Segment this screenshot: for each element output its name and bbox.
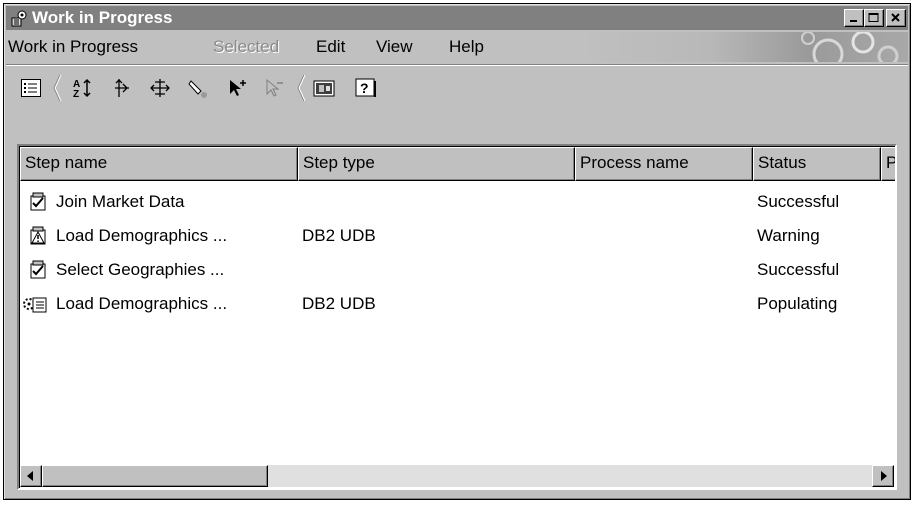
scroll-left-button[interactable] xyxy=(20,465,42,487)
step-successful-icon xyxy=(28,260,48,280)
help-icon: ? xyxy=(355,78,376,97)
step-populating-icon xyxy=(22,294,48,314)
window-title: Work in Progress xyxy=(32,8,173,27)
decorative-banner xyxy=(578,32,908,62)
expand-icon xyxy=(115,79,129,97)
column-header-p[interactable]: P xyxy=(881,147,895,181)
sort-button[interactable]: A Z xyxy=(70,75,96,101)
close-icon xyxy=(891,13,900,22)
menu-help[interactable]: Help xyxy=(449,37,484,57)
step-type-cell: DB2 UDB xyxy=(302,294,376,313)
step-name-cell: Load Demographics ... xyxy=(56,294,228,313)
find-icon xyxy=(188,80,207,98)
svg-text:Z: Z xyxy=(73,89,79,99)
table-row[interactable]: Load Demographics ... DB2 UDB Warning xyxy=(20,219,890,253)
details-view-icon xyxy=(21,79,41,97)
column-header-process-name[interactable]: Process name xyxy=(575,147,753,181)
menu-work-in-progress[interactable]: Work in Progress xyxy=(8,37,138,57)
right-arrow-icon xyxy=(881,471,887,481)
menu-bar: Work in Progress Selected Edit View Help xyxy=(6,32,908,62)
find-button[interactable] xyxy=(186,75,212,101)
close-button[interactable] xyxy=(886,9,906,27)
scroll-right-button[interactable] xyxy=(872,465,894,487)
work-in-progress-icon[interactable] xyxy=(11,9,29,27)
log-button[interactable] xyxy=(311,75,337,101)
list-header: Step name Step type Process name Status … xyxy=(20,147,895,181)
step-name-cell: Select Geographies ... xyxy=(56,260,225,279)
step-name-cell: Load Demographics ... xyxy=(56,226,228,245)
status-cell: Successful xyxy=(757,260,840,279)
select-remove-icon xyxy=(266,78,283,97)
expand-button[interactable] xyxy=(109,75,135,101)
minimize-icon xyxy=(850,20,857,22)
log-icon xyxy=(313,80,335,97)
select-remove-button[interactable] xyxy=(261,75,287,101)
minimize-button[interactable] xyxy=(844,9,864,27)
left-arrow-icon xyxy=(27,471,33,481)
gears-decoration-icon xyxy=(801,32,899,62)
menu-selected[interactable]: Selected xyxy=(213,37,279,57)
step-list[interactable]: Step name Step type Process name Status … xyxy=(17,144,897,490)
status-cell: Successful xyxy=(757,192,840,211)
menu-edit[interactable]: Edit xyxy=(316,37,345,57)
menu-view[interactable]: View xyxy=(376,37,413,57)
scroll-thumb[interactable] xyxy=(42,465,268,487)
toolbar-separator xyxy=(52,73,62,103)
status-cell: Warning xyxy=(757,226,820,245)
column-header-step-name[interactable]: Step name xyxy=(20,147,298,181)
help-button[interactable]: ? xyxy=(353,75,379,101)
details-view-button[interactable] xyxy=(18,75,44,101)
table-row[interactable]: Load Demographics ... DB2 UDB Populating xyxy=(20,287,890,321)
step-warning-icon xyxy=(28,226,48,246)
split-button[interactable] xyxy=(147,75,173,101)
toolbar-separator xyxy=(296,73,306,103)
column-header-status[interactable]: Status xyxy=(753,147,881,181)
step-type-cell: DB2 UDB xyxy=(302,226,376,245)
maximize-icon xyxy=(868,13,879,22)
sort-icon: A Z xyxy=(73,78,91,99)
column-header-step-type[interactable]: Step type xyxy=(298,147,575,181)
step-successful-icon xyxy=(28,192,48,212)
step-name-cell: Join Market Data xyxy=(56,192,185,211)
main-window: Work in Progress Work in Progress Select… xyxy=(3,3,911,500)
status-cell: Populating xyxy=(757,294,838,313)
select-add-button[interactable] xyxy=(224,75,250,101)
horizontal-scrollbar[interactable] xyxy=(20,465,894,487)
table-row[interactable]: Join Market Data Successful xyxy=(20,185,890,219)
split-icon xyxy=(150,79,170,97)
maximize-button[interactable] xyxy=(864,9,884,27)
table-row[interactable]: Select Geographies ... Successful xyxy=(20,253,890,287)
select-add-icon xyxy=(230,80,246,96)
svg-text:?: ? xyxy=(360,80,369,96)
title-bar[interactable]: Work in Progress xyxy=(6,6,908,30)
toolbar: A Z ? xyxy=(6,64,908,111)
